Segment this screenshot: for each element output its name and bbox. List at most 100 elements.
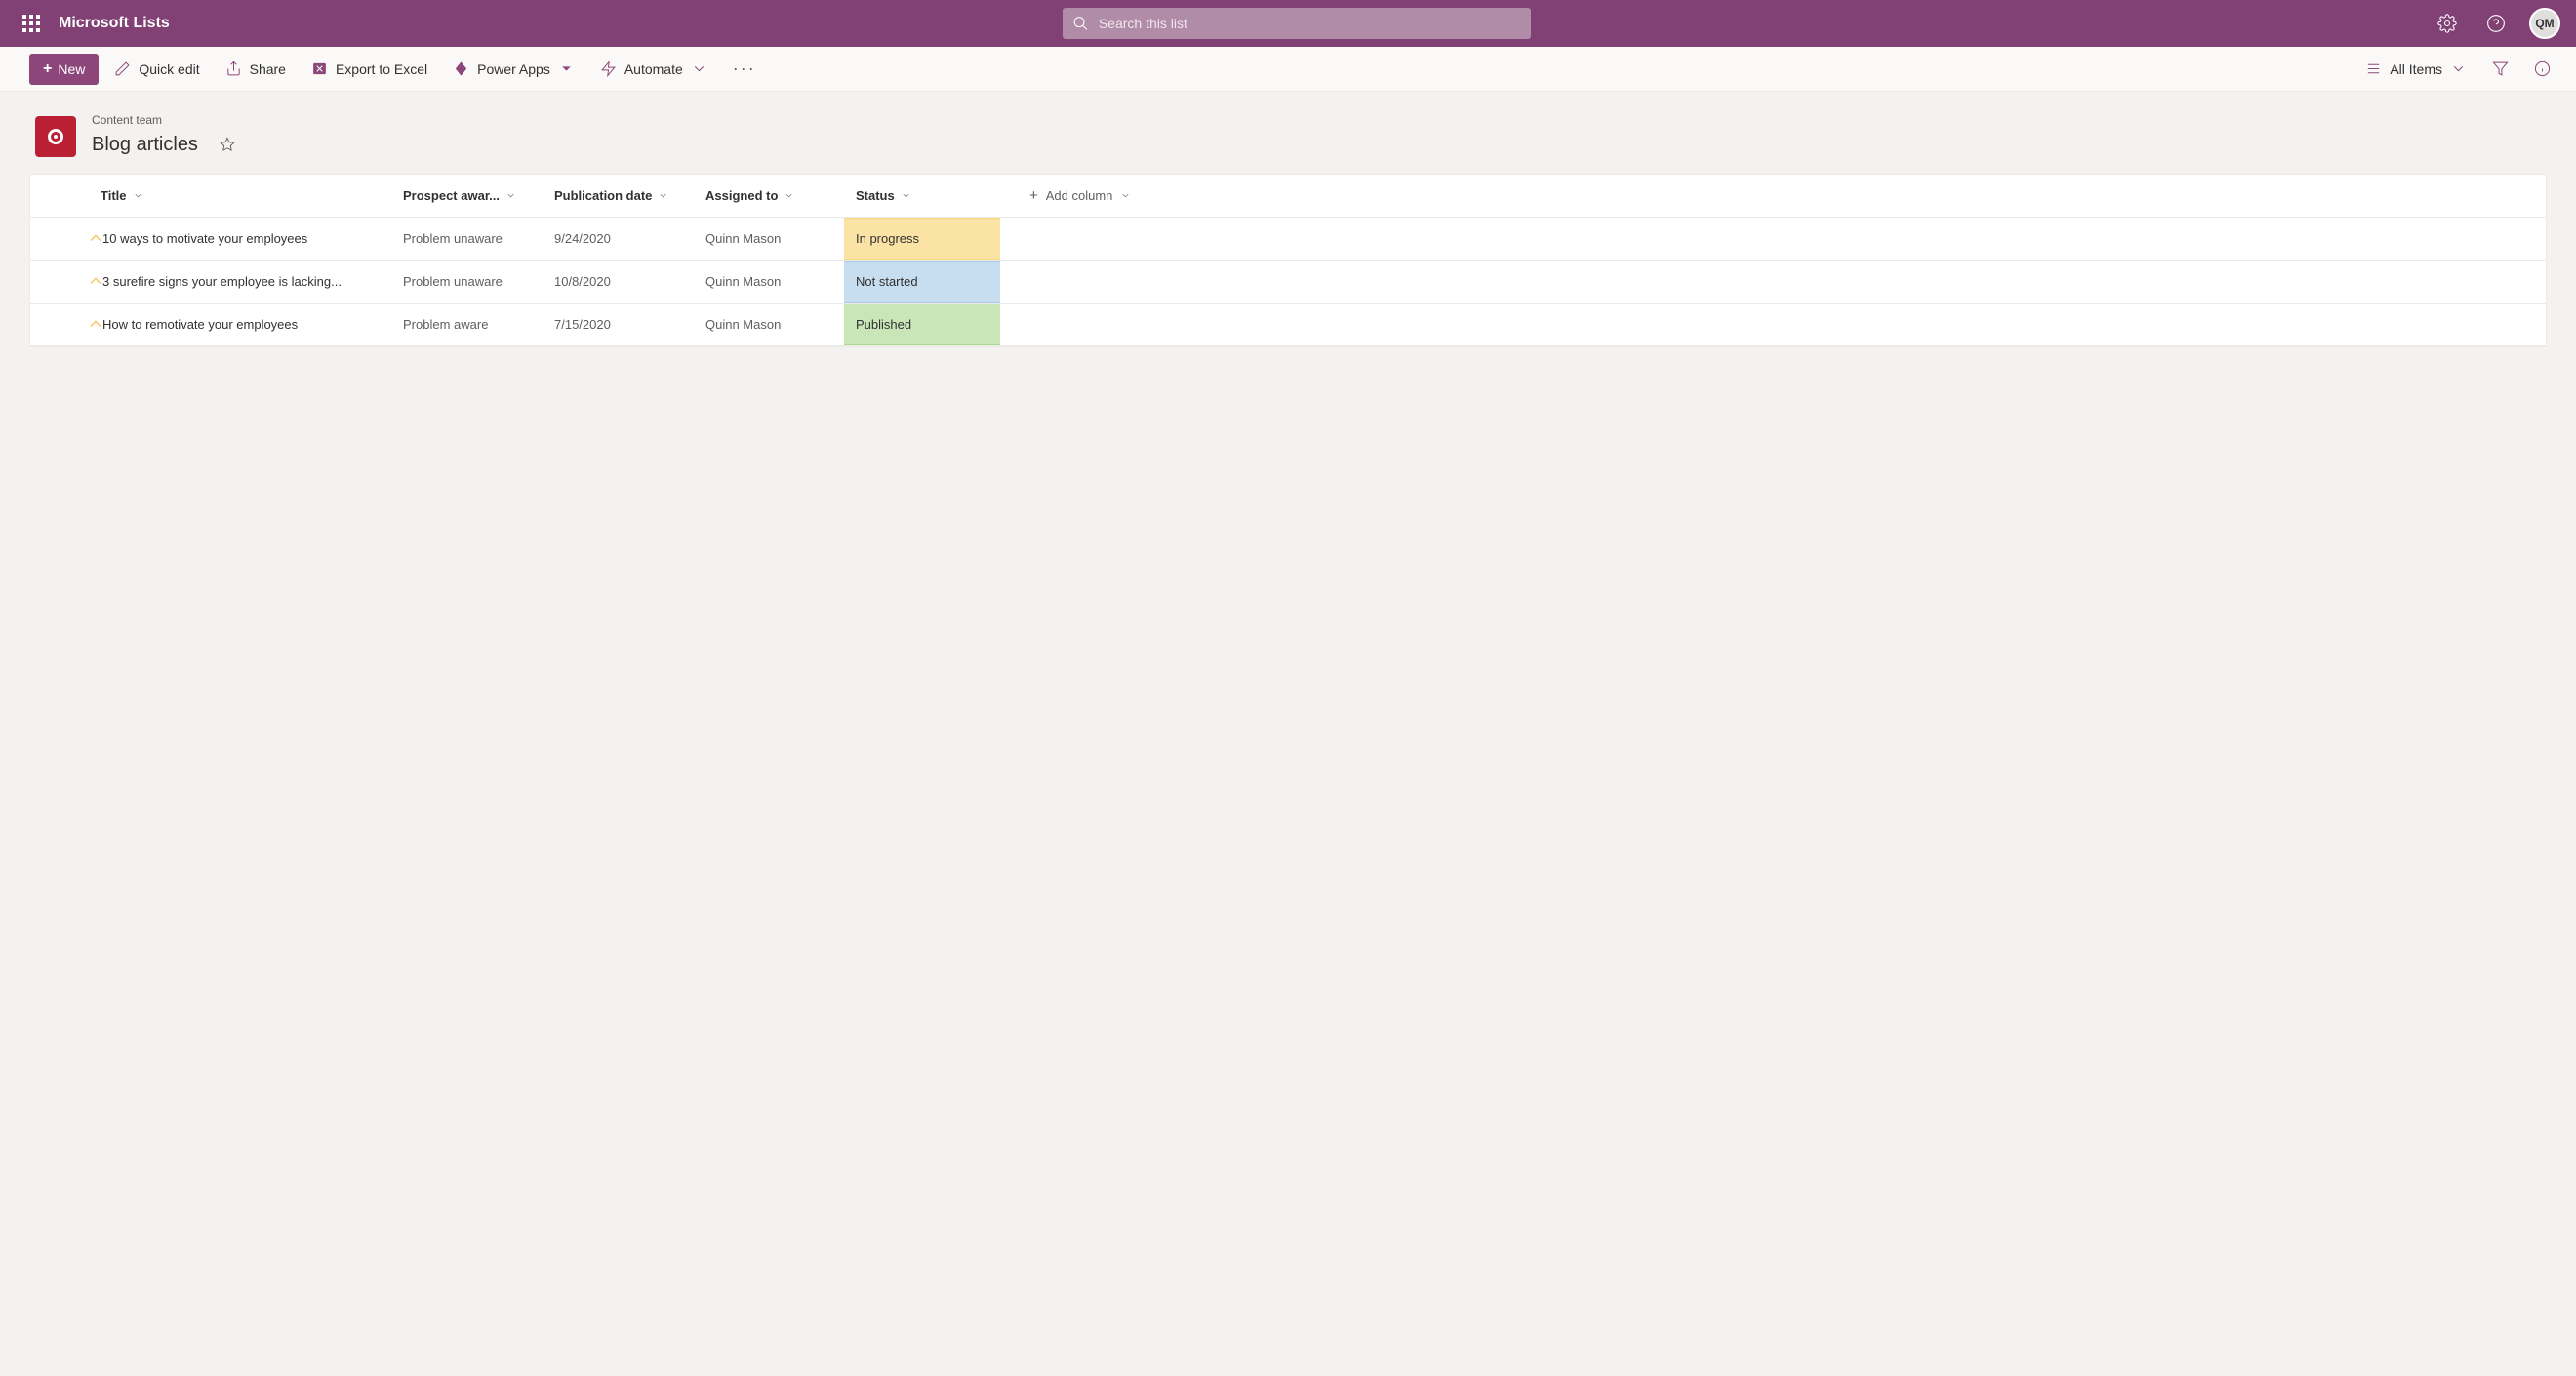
column-title-label: Title (101, 188, 127, 203)
chevron-down-icon (2450, 61, 2467, 77)
column-date[interactable]: Publication date (543, 175, 694, 217)
power-apps-label: Power Apps (477, 61, 550, 77)
list-title-area: Content team Blog articles (0, 92, 2576, 174)
automate-icon (600, 61, 617, 77)
plus-icon: + (43, 61, 52, 78)
column-prospect[interactable]: Prospect awar... (391, 175, 543, 217)
help-icon (2486, 14, 2506, 33)
view-selector-button[interactable]: All Items (2355, 54, 2476, 85)
search-icon (1072, 15, 1089, 32)
automate-label: Automate (624, 61, 683, 77)
powerapps-icon (453, 61, 469, 77)
chevron-down-icon (691, 61, 707, 77)
info-icon (2534, 61, 2551, 77)
search-input[interactable] (1099, 16, 1521, 31)
header-right: QM (2424, 0, 2568, 47)
filter-icon (2492, 61, 2509, 77)
chevron-down-icon (558, 61, 575, 77)
team-name: Content team (92, 113, 245, 127)
cell-date: 10/8/2020 (543, 261, 694, 303)
automate-button[interactable]: Automate (590, 54, 717, 85)
row-gutter (30, 218, 89, 260)
share-button[interactable]: Share (216, 54, 296, 85)
app-header: Microsoft Lists QM (0, 0, 2576, 47)
command-bar: + New Quick edit Share Export to Excel P… (0, 47, 2576, 92)
plus-icon: + (1029, 187, 1038, 204)
more-actions-button[interactable]: ··· (723, 54, 766, 85)
table-row[interactable]: 3 surefire signs your employee is lackin… (30, 261, 2546, 304)
excel-icon (311, 61, 328, 77)
settings-button[interactable] (2424, 0, 2471, 47)
chevron-down-icon (133, 190, 143, 201)
power-apps-button[interactable]: Power Apps (443, 54, 584, 85)
edit-icon (114, 61, 131, 77)
more-icon: ··· (733, 59, 756, 79)
row-gutter (30, 261, 89, 303)
info-button[interactable] (2524, 54, 2560, 85)
quick-edit-label: Quick edit (139, 61, 199, 77)
cell-date: 9/24/2020 (543, 218, 694, 260)
export-label: Export to Excel (336, 61, 427, 77)
cell-title[interactable]: 10 ways to motivate your employees (89, 218, 391, 260)
export-excel-button[interactable]: Export to Excel (302, 54, 437, 85)
table-body: 10 ways to motivate your employeesProble… (30, 218, 2546, 346)
column-status-label: Status (856, 188, 895, 203)
share-label: Share (250, 61, 286, 77)
help-button[interactable] (2473, 0, 2519, 47)
cell-date: 7/15/2020 (543, 304, 694, 345)
new-button-label: New (58, 61, 85, 77)
chevron-down-icon (658, 190, 668, 201)
column-gutter (30, 175, 89, 217)
chevron-down-icon (901, 190, 911, 201)
cell-status: Not started (844, 261, 1000, 303)
user-avatar[interactable]: QM (2529, 8, 2560, 39)
new-button[interactable]: + New (29, 54, 99, 85)
cell-title[interactable]: How to remotivate your employees (89, 304, 391, 345)
title-row: Blog articles (92, 129, 245, 160)
list-name: Blog articles (92, 134, 198, 156)
table-row[interactable]: 10 ways to motivate your employeesProble… (30, 218, 2546, 261)
filter-button[interactable] (2482, 54, 2518, 85)
cell-status: Published (844, 304, 1000, 345)
cell-prospect: Problem unaware (391, 218, 543, 260)
chevron-down-icon (784, 190, 794, 201)
column-status[interactable]: Status (844, 175, 1000, 217)
add-column-button[interactable]: + Add column (1000, 175, 2546, 217)
table-row[interactable]: How to remotivate your employeesProblem … (30, 304, 2546, 346)
cell-empty (1000, 261, 2546, 303)
app-title: Microsoft Lists (59, 15, 170, 32)
search-box[interactable] (1063, 8, 1531, 39)
cell-assigned: Quinn Mason (694, 218, 844, 260)
share-icon (225, 61, 242, 77)
cell-empty (1000, 218, 2546, 260)
app-launcher-button[interactable] (8, 0, 55, 47)
cell-assigned: Quinn Mason (694, 261, 844, 303)
cell-assigned: Quinn Mason (694, 304, 844, 345)
waffle-icon (22, 15, 40, 32)
column-assigned[interactable]: Assigned to (694, 175, 844, 217)
row-gutter (30, 304, 89, 345)
list-icon (35, 116, 76, 157)
column-prospect-label: Prospect awar... (403, 188, 500, 203)
cell-empty (1000, 304, 2546, 345)
add-column-label: Add column (1046, 188, 1113, 203)
cell-prospect: Problem aware (391, 304, 543, 345)
star-icon (220, 137, 235, 152)
column-title[interactable]: Title (89, 175, 391, 217)
chevron-down-icon (505, 190, 516, 201)
header-center (170, 8, 2424, 39)
title-text: Content team Blog articles (92, 113, 245, 160)
column-assigned-label: Assigned to (705, 188, 778, 203)
gear-icon (2437, 14, 2457, 33)
chevron-down-icon (1120, 190, 1131, 201)
quick-edit-button[interactable]: Quick edit (104, 54, 209, 85)
favorite-button[interactable] (210, 129, 245, 160)
cell-title[interactable]: 3 surefire signs your employee is lackin… (89, 261, 391, 303)
table-header: Title Prospect awar... Publication date … (30, 175, 2546, 218)
cell-prospect: Problem unaware (391, 261, 543, 303)
view-label: All Items (2390, 61, 2442, 77)
list-view-icon (2365, 61, 2382, 77)
column-date-label: Publication date (554, 188, 652, 203)
list-table: Title Prospect awar... Publication date … (29, 174, 2547, 347)
cell-status: In progress (844, 218, 1000, 260)
